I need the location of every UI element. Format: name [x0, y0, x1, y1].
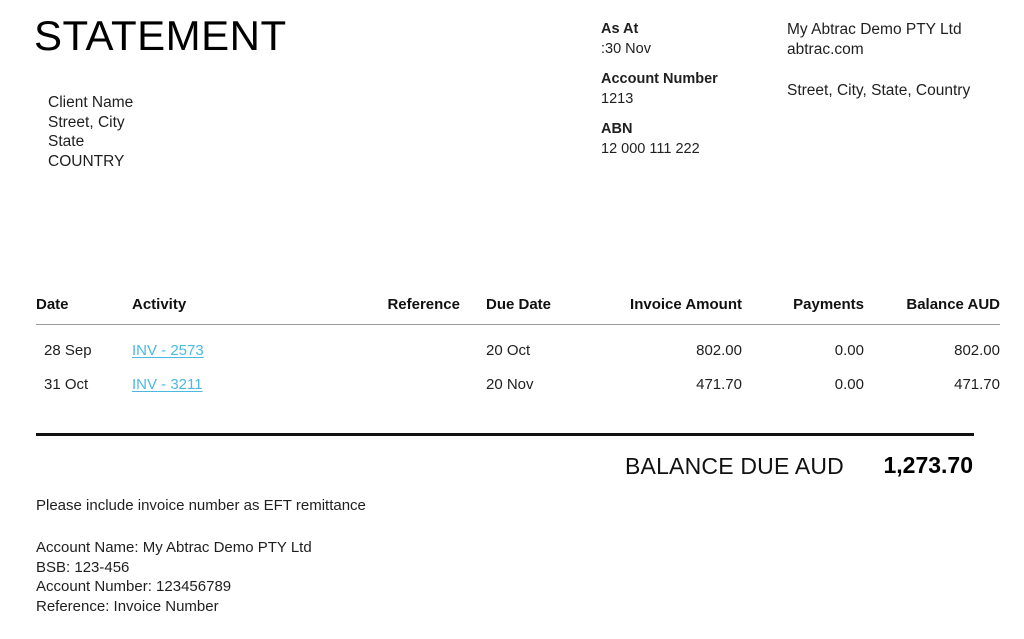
row-due-date: 20 Nov [486, 376, 534, 393]
totals-divider [36, 433, 974, 436]
row-balance: 471.70 [954, 376, 1000, 393]
meta-account-number: Account Number 1213 [601, 69, 781, 109]
row-activity: INV - 3211 [132, 359, 350, 393]
table-header-row: Date Activity Reference Due Date Invoice… [36, 296, 1000, 325]
row-reference [350, 325, 460, 360]
client-name: Client Name [48, 94, 134, 111]
table-row: 28 Sep INV - 2573 20 Oct 802.00 0.00 802… [36, 325, 1000, 360]
meta-abn: ABN 12 000 111 222 [601, 119, 781, 159]
row-balance: 802.00 [954, 342, 1000, 359]
row-payments: 0.00 [834, 376, 864, 393]
as-at-label: As At [601, 21, 639, 37]
invoice-link[interactable]: INV - 2573 [132, 342, 204, 359]
statement-document: STATEMENT Client Name Street, City State… [0, 0, 1024, 639]
meta-as-at: As At :30 Nov [601, 19, 781, 59]
remittance-note: Please include invoice number as EFT rem… [36, 497, 366, 514]
client-address-block: Client Name Street, City State COUNTRY [48, 93, 133, 171]
bank-account-number: Account Number: 123456789 [36, 578, 232, 595]
balance-due-amount: 1,273.70 [883, 452, 973, 478]
page-title: STATEMENT [34, 12, 287, 59]
client-country: COUNTRY [48, 152, 125, 170]
account-number-label: Account Number [601, 71, 718, 87]
bank-reference: Reference: Invoice Number [36, 597, 219, 615]
row-invoice-amount: 802.00 [696, 342, 742, 359]
row-date: 28 Sep [44, 342, 92, 359]
row-reference [350, 359, 460, 393]
row-date: 31 Oct [44, 376, 89, 393]
company-website: abtrac.com [787, 41, 864, 58]
bank-bsb: BSB: 123-456 [36, 558, 130, 576]
row-activity: INV - 2573 [132, 325, 350, 359]
column-header-payments: Payments [742, 296, 864, 325]
client-state: State [48, 133, 85, 150]
column-header-activity: Activity [132, 296, 350, 325]
transactions-table-wrap: Date Activity Reference Due Date Invoice… [36, 296, 1000, 393]
row-invoice-amount: 471.70 [696, 376, 742, 393]
abn-label: ABN [601, 121, 633, 137]
column-header-reference: Reference [350, 296, 460, 325]
bank-account-name: Account Name: My Abtrac Demo PTY Ltd [36, 539, 312, 556]
account-number-value: 1213 [601, 91, 634, 107]
column-header-due-date: Due Date [460, 296, 602, 325]
statement-meta-block: As At :30 Nov Account Number 1213 ABN 12… [601, 19, 781, 159]
abn-value: 12 000 111 222 [601, 141, 700, 157]
column-header-invoice-amount: Invoice Amount [602, 296, 742, 325]
row-due-date: 20 Oct [486, 342, 531, 359]
client-street-city: Street, City [48, 113, 125, 131]
company-address: Street, City, State, Country [787, 82, 971, 99]
column-header-balance: Balance AUD [864, 296, 1000, 325]
column-header-date: Date [36, 296, 132, 325]
company-block: My Abtrac Demo PTY Ltd abtrac.com Street… [787, 20, 1017, 101]
as-at-value: :30 Nov [601, 41, 651, 57]
invoice-link[interactable]: INV - 3211 [132, 376, 203, 393]
company-name: My Abtrac Demo PTY Ltd [787, 21, 962, 38]
row-payments: 0.00 [834, 342, 864, 359]
transactions-table: Date Activity Reference Due Date Invoice… [36, 296, 1000, 393]
table-row: 31 Oct INV - 3211 20 Nov 471.70 0.00 471… [36, 359, 1000, 393]
bank-details-block: Account Name: My Abtrac Demo PTY Ltd BSB… [36, 538, 312, 616]
